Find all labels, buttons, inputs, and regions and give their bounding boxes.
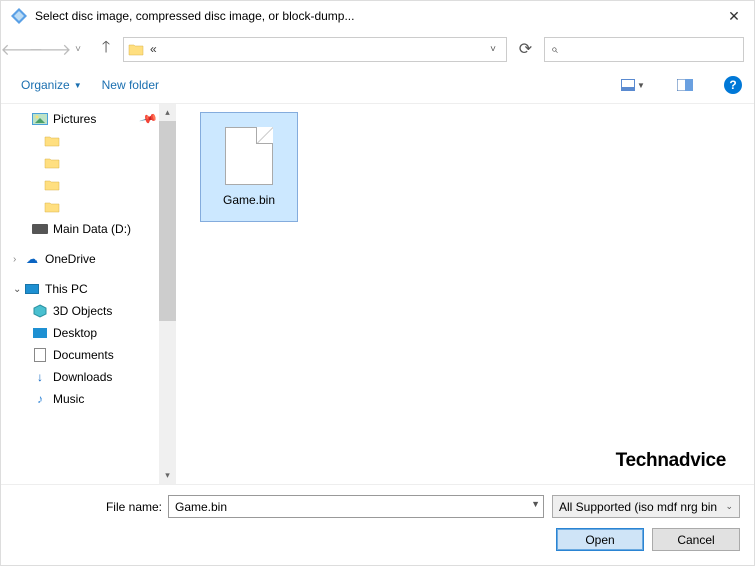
recent-dropdown[interactable]: ˅ <box>67 38 89 60</box>
forward-button[interactable]: 🡒 <box>39 38 61 60</box>
file-list[interactable]: Game.bin Technadvice <box>184 104 754 484</box>
thumbnails-icon <box>621 79 635 91</box>
view-mode-button[interactable]: ▼ <box>618 76 648 94</box>
desktop-icon <box>31 325 49 341</box>
expand-icon[interactable]: › <box>13 254 23 265</box>
splitter[interactable] <box>176 104 184 484</box>
toolbar: Organize ▼ New folder ▼ ? <box>1 67 754 103</box>
breadcrumb-bar[interactable]: « ˅ <box>123 37 507 62</box>
scroll-up-icon[interactable]: ▴ <box>159 104 176 121</box>
tree-item-music[interactable]: ♪ Music <box>1 388 176 410</box>
breadcrumb-text: « <box>150 42 157 56</box>
folder-icon <box>43 177 61 193</box>
tree-item-folder[interactable] <box>1 196 176 218</box>
tree-item-onedrive[interactable]: › ☁ OneDrive <box>1 248 176 270</box>
app-icon <box>11 8 27 24</box>
dialog-body: Pictures 📌 Main Data (D:) › ☁ OneDrive ⌄ <box>1 103 754 485</box>
watermark-text: Technadvice <box>616 450 726 472</box>
chevron-down-icon[interactable]: ▼ <box>531 499 540 509</box>
tree-item-documents[interactable]: Documents <box>1 344 176 366</box>
tree-label: Pictures <box>53 112 96 126</box>
scroll-down-icon[interactable]: ▾ <box>159 467 176 484</box>
search-icon: ⌕ <box>551 42 558 57</box>
tree-scrollbar[interactable]: ▴ ▾ <box>159 104 176 484</box>
filename-label: File name: <box>106 500 162 514</box>
file-icon <box>225 127 273 185</box>
collapse-icon[interactable]: ⌄ <box>13 284 23 295</box>
dialog-footer: File name: ▼ All Supported (iso mdf nrg … <box>1 485 754 565</box>
titlebar: Select disc image, compressed disc image… <box>1 1 754 31</box>
pc-icon <box>23 281 41 297</box>
cancel-button[interactable]: Cancel <box>652 528 740 551</box>
filter-label: All Supported (iso mdf nrg bin <box>559 500 717 514</box>
tree-label: 3D Objects <box>53 304 112 318</box>
navigation-tree: Pictures 📌 Main Data (D:) › ☁ OneDrive ⌄ <box>1 104 176 484</box>
filename-input[interactable] <box>168 495 544 518</box>
folder-icon <box>128 42 144 56</box>
folder-icon <box>43 155 61 171</box>
pictures-icon <box>31 111 49 127</box>
tree-label: Documents <box>53 348 114 362</box>
tree-label: Desktop <box>53 326 97 340</box>
folder-icon <box>43 199 61 215</box>
tree-label: OneDrive <box>45 252 96 266</box>
tree-item-3d-objects[interactable]: 3D Objects <box>1 300 176 322</box>
file-dialog-window: Select disc image, compressed disc image… <box>0 0 755 566</box>
chevron-down-icon: ▼ <box>637 81 645 90</box>
up-button[interactable]: 🡑 <box>95 38 117 60</box>
documents-icon <box>31 347 49 363</box>
window-title: Select disc image, compressed disc image… <box>35 9 724 23</box>
open-button[interactable]: Open <box>556 528 644 551</box>
new-folder-button[interactable]: New folder <box>102 78 159 92</box>
filename-combobox[interactable]: ▼ <box>168 495 544 518</box>
file-item-selected[interactable]: Game.bin <box>200 112 298 222</box>
organize-menu[interactable]: Organize ▼ <box>21 78 82 92</box>
cloud-icon: ☁ <box>23 251 41 267</box>
tree-item-folder[interactable] <box>1 130 176 152</box>
tree-item-main-data[interactable]: Main Data (D:) <box>1 218 176 240</box>
tree-label: Music <box>53 392 84 406</box>
tree-item-this-pc[interactable]: ⌄ This PC <box>1 278 176 300</box>
file-type-filter[interactable]: All Supported (iso mdf nrg bin ⌄ <box>552 495 740 518</box>
navigation-bar: 🡐 🡒 ˅ 🡑 « ˅ ⟳ ⌕ <box>1 31 754 67</box>
downloads-icon: ↓ <box>31 369 49 385</box>
close-button[interactable]: ✕ <box>724 8 744 25</box>
tree-item-folder[interactable] <box>1 152 176 174</box>
tree-item-desktop[interactable]: Desktop <box>1 322 176 344</box>
help-button[interactable]: ? <box>724 76 742 94</box>
tree-label: Main Data (D:) <box>53 222 131 236</box>
tree-item-folder[interactable] <box>1 174 176 196</box>
chevron-down-icon: ⌄ <box>725 501 733 512</box>
organize-label: Organize <box>21 78 70 92</box>
preview-pane-button[interactable] <box>674 76 696 94</box>
music-icon: ♪ <box>31 391 49 407</box>
3d-icon <box>31 303 49 319</box>
search-input[interactable]: ⌕ <box>544 37 744 62</box>
refresh-button[interactable]: ⟳ <box>513 37 538 62</box>
folder-icon <box>43 133 61 149</box>
pin-icon: 📌 <box>139 109 159 129</box>
file-label: Game.bin <box>223 193 275 207</box>
tree-label: Downloads <box>53 370 112 384</box>
drive-icon <box>31 221 49 237</box>
tree-item-pictures[interactable]: Pictures 📌 <box>1 108 176 130</box>
preview-pane-icon <box>677 79 693 91</box>
chevron-down-icon: ▼ <box>74 81 82 90</box>
tree-item-downloads[interactable]: ↓ Downloads <box>1 366 176 388</box>
scroll-thumb[interactable] <box>159 121 176 321</box>
tree-label: This PC <box>45 282 88 296</box>
breadcrumb-dropdown-icon[interactable]: ˅ <box>484 44 502 55</box>
